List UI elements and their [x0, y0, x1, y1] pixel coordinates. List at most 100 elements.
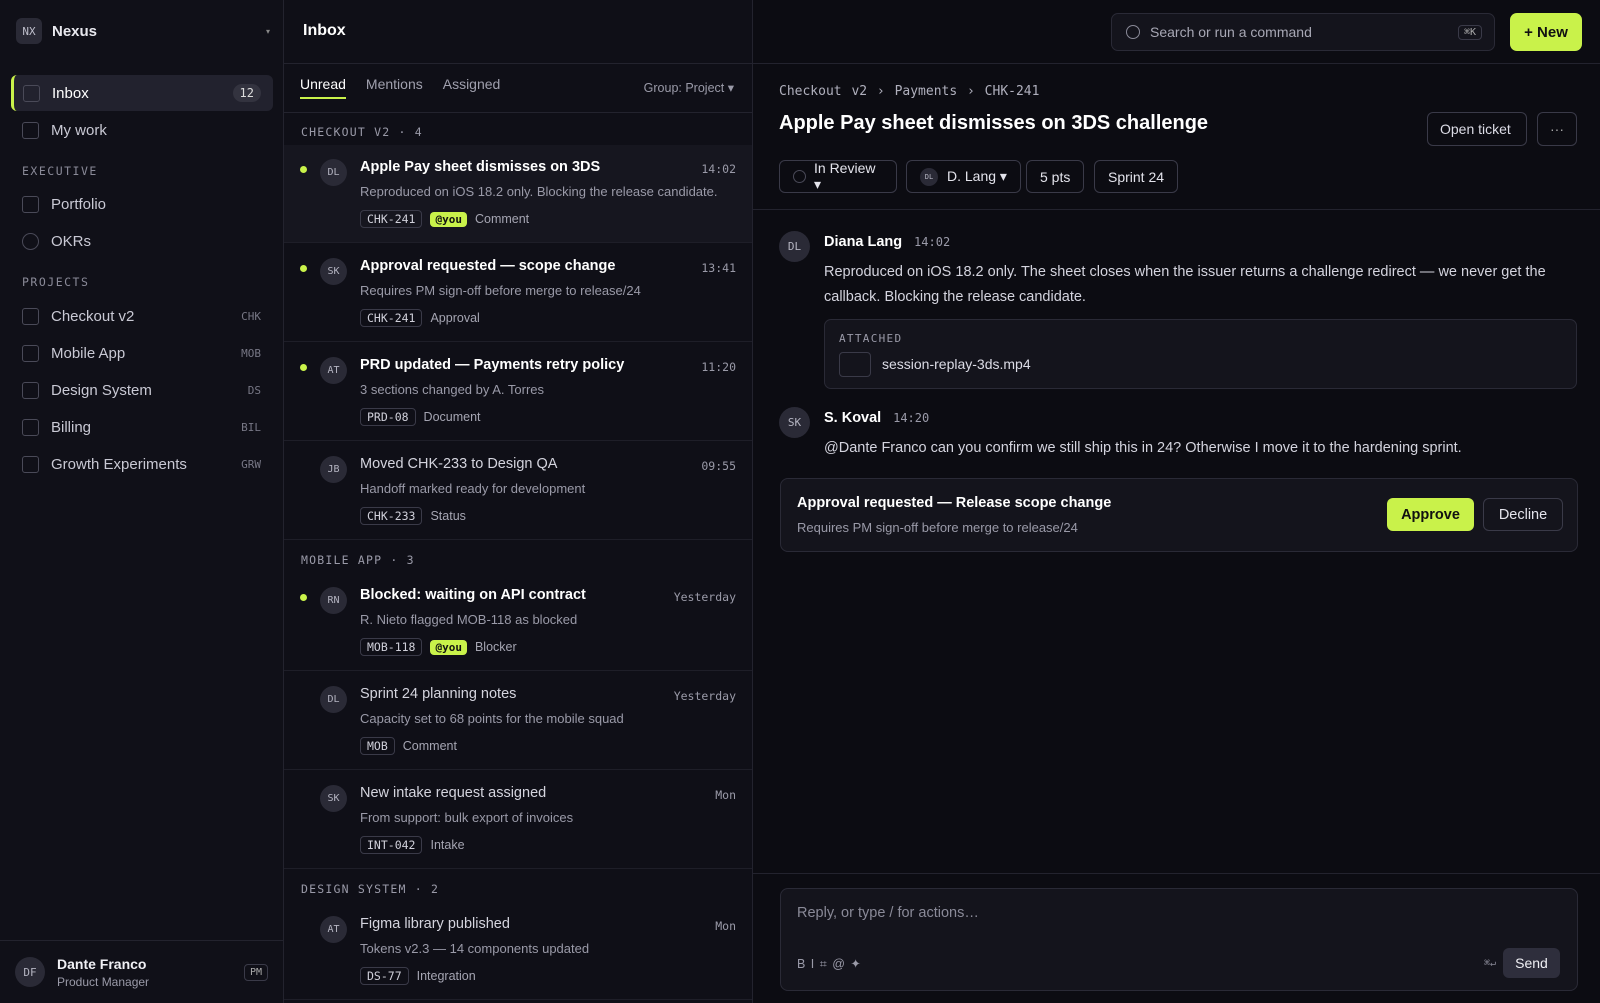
- attachment-name: session-replay-3ds.mp4: [882, 356, 1031, 372]
- project-code: GRW: [241, 457, 261, 471]
- approval-title: Approval requested — Release scope chang…: [797, 495, 1112, 511]
- approval-description: Requires PM sign-off before merge to rel…: [797, 520, 1078, 535]
- sidebar-item-label: Portfolio: [51, 195, 107, 213]
- sidebar-item-checkout-v2[interactable]: Checkout v2 CHK: [11, 298, 273, 334]
- comment-author: Diana Lang: [824, 234, 903, 250]
- send-button[interactable]: Send: [1503, 948, 1560, 978]
- issue-tag: PRD-08: [360, 408, 416, 426]
- issue-tag: CHK-233: [360, 507, 423, 525]
- tab-unread[interactable]: Unread: [300, 76, 346, 99]
- shortcut-hint: ⌘K: [1457, 24, 1482, 40]
- list-item[interactable]: DL Apple Pay sheet dismisses on 3DS 14:0…: [284, 145, 752, 243]
- item-title: Approval requested — scope change: [360, 258, 616, 274]
- workspace-switcher[interactable]: NX Nexus ▾: [16, 18, 270, 44]
- item-kind: Approval: [430, 311, 480, 325]
- reply-composer[interactable]: Reply, or type / for actions… B I ⌗ @ ✦ …: [780, 888, 1578, 991]
- sidebar-item-label: Checkout v2: [51, 307, 135, 325]
- issue-tag: INT-042: [360, 836, 423, 854]
- chevron-down-icon: ▾: [265, 26, 270, 36]
- decline-button[interactable]: Decline: [1483, 498, 1563, 531]
- sidebar: NX Nexus ▾ Inbox 12 My work EXECUTIVE Po…: [0, 0, 284, 1003]
- item-title: Sprint 24 planning notes: [360, 686, 517, 702]
- avatar: JB: [320, 456, 347, 483]
- list-item[interactable]: SK Approval requested — scope change 13:…: [284, 244, 752, 342]
- open-ticket-button[interactable]: Open ticket: [1427, 112, 1527, 146]
- sidebar-item-label: My work: [51, 121, 107, 139]
- group-by-select[interactable]: Group: Project ▾: [644, 80, 734, 95]
- sprint-field[interactable]: Sprint 24: [1094, 160, 1179, 193]
- sidebar-item-label: Growth Experiments: [51, 455, 187, 473]
- project-code: DS: [247, 383, 261, 397]
- item-kind: Status: [430, 509, 466, 523]
- sidebar-item-portfolio[interactable]: Portfolio: [11, 186, 273, 222]
- points-field[interactable]: 5 pts: [1026, 160, 1085, 193]
- item-kind: Comment: [402, 739, 457, 753]
- status-select[interactable]: In Review ▾: [779, 160, 897, 193]
- sidebar-item-label: Design System: [51, 381, 152, 399]
- avatar: AT: [320, 916, 347, 943]
- my-work-icon: [22, 121, 39, 139]
- item-preview: From support: bulk export of invoices: [360, 810, 574, 825]
- inbox-tabs: Unread Mentions Assigned: [300, 76, 500, 99]
- item-title: Figma library published: [360, 916, 510, 932]
- list-item[interactable]: RN Blocked: waiting on API contract Yest…: [284, 573, 752, 671]
- project-code: MOB: [241, 346, 261, 360]
- unread-dot: [300, 166, 307, 173]
- item-time: Mon: [715, 788, 736, 802]
- app-window: NX Nexus ▾ Inbox 12 My work EXECUTIVE Po…: [0, 0, 1600, 1003]
- list-item[interactable]: AT Figma library published Mon Tokens v2…: [284, 902, 752, 1000]
- item-time: 14:02: [701, 162, 736, 176]
- item-time: Yesterday: [673, 590, 736, 604]
- breadcrumb[interactable]: Checkout v2 › Payments › CHK-241: [779, 84, 1039, 99]
- status-icon: [793, 170, 806, 183]
- item-time: Mon: [715, 919, 736, 933]
- sidebar-item-billing[interactable]: Billing BIL: [11, 409, 273, 445]
- item-preview: Capacity set to 68 points for the mobile…: [360, 711, 624, 726]
- sidebar-item-growth-experiments[interactable]: Growth Experiments GRW: [11, 446, 273, 482]
- sidebar-item-design-system[interactable]: Design System DS: [11, 372, 273, 408]
- more-options-button[interactable]: ···: [1537, 112, 1577, 146]
- search-icon: [1126, 25, 1140, 39]
- sidebar-item-inbox[interactable]: Inbox 12: [11, 75, 273, 111]
- comment-author: S. Koval: [824, 410, 882, 426]
- current-user[interactable]: DF Dante Franco Product Manager PM: [0, 940, 284, 1003]
- user-name: Dante Franco: [57, 955, 147, 972]
- sidebar-item-my-work[interactable]: My work: [11, 112, 273, 148]
- attachment-card[interactable]: ATTACHED session-replay-3ds.mp4: [824, 319, 1577, 389]
- item-preview: Handoff marked ready for development: [360, 481, 586, 496]
- new-button[interactable]: + New: [1510, 13, 1582, 51]
- sidebar-item-okrs[interactable]: OKRs: [11, 223, 273, 259]
- inbox-icon: [23, 84, 40, 102]
- comment-body: @Dante Franco can you confirm we still s…: [824, 440, 1462, 456]
- list-item[interactable]: JB Moved CHK-233 to Design QA 09:55 Hand…: [284, 442, 752, 540]
- list-item[interactable]: SK New intake request assigned Mon From …: [284, 771, 752, 869]
- list-item[interactable]: DL Sprint 24 planning notes Yesterday Ca…: [284, 672, 752, 770]
- divider: [284, 112, 752, 113]
- avatar: DL: [920, 167, 938, 186]
- inbox-list: Unread Mentions Assigned Group: Project …: [284, 0, 753, 1003]
- item-preview: Requires PM sign-off before merge to rel…: [360, 283, 641, 298]
- attachment-label: ATTACHED: [839, 332, 903, 345]
- reply-input[interactable]: Reply, or type / for actions…: [797, 905, 979, 921]
- comment-body: Reproduced on iOS 18.2 only. The sheet c…: [824, 264, 1546, 305]
- approve-button[interactable]: Approve: [1387, 498, 1474, 531]
- tab-assigned[interactable]: Assigned: [443, 76, 501, 99]
- tab-mentions[interactable]: Mentions: [366, 76, 423, 99]
- status-label: In Review ▾: [814, 160, 876, 192]
- search-input[interactable]: Search or run a command ⌘K: [1111, 13, 1495, 51]
- formatting-toolbar[interactable]: B I ⌗ @ ✦: [797, 956, 862, 972]
- list-item[interactable]: AT PRD updated — Payments retry policy 1…: [284, 343, 752, 441]
- sidebar-item-mobile-app[interactable]: Mobile App MOB: [11, 335, 273, 371]
- unread-dot: [300, 265, 307, 272]
- project-icon: [22, 344, 39, 362]
- avatar: DF: [15, 957, 45, 987]
- item-preview: R. Nieto flagged MOB-118 as blocked: [360, 612, 578, 627]
- divider: [284, 63, 1600, 64]
- project-icon: [22, 381, 39, 399]
- issue-tag: CHK-241: [360, 210, 423, 228]
- okrs-icon: [22, 232, 39, 250]
- assignee-select[interactable]: DL D. Lang ▾: [906, 160, 1021, 193]
- item-kind: Intake: [430, 838, 465, 852]
- item-preview: Reproduced on iOS 18.2 only. Blocking th…: [360, 184, 718, 199]
- item-title: Moved CHK-233 to Design QA: [360, 456, 558, 472]
